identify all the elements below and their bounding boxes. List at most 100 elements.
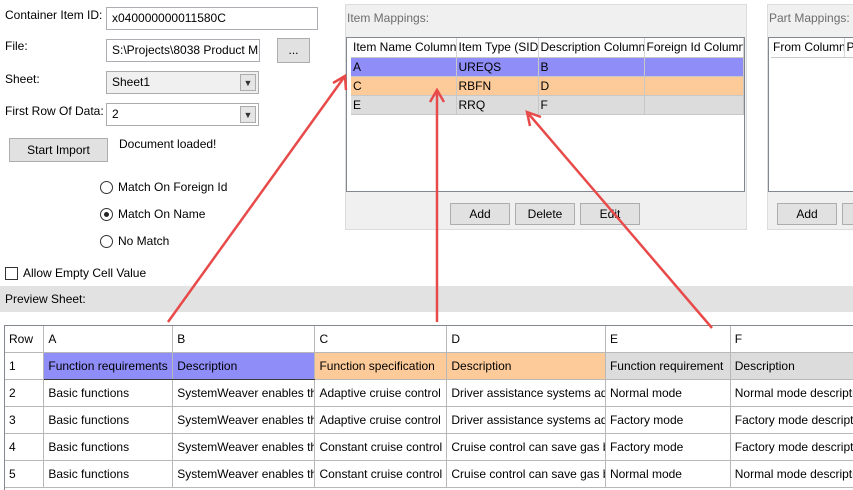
grid-cell[interactable]: D <box>538 76 645 96</box>
start-import-button[interactable]: Start Import <box>9 138 108 162</box>
radio-dot-selected <box>100 207 113 221</box>
grid-cell[interactable]: E <box>351 95 457 115</box>
grid-cell[interactable]: F <box>538 95 645 115</box>
column-header[interactable]: C <box>314 326 448 353</box>
status-text: Document loaded! <box>119 137 217 151</box>
file-path-field[interactable]: S:\Projects\8038 Product M <box>106 39 260 62</box>
container-item-id-label: Container Item ID: <box>5 8 103 22</box>
grid-cell[interactable]: Adaptive cruise control <box>314 406 448 434</box>
part-mappings-title: Part Mappings: <box>769 11 850 25</box>
checkbox-box <box>5 266 18 280</box>
column-header[interactable]: F <box>730 326 853 353</box>
grid-cell[interactable]: C <box>351 76 457 96</box>
grid-cell[interactable]: Factory mode <box>605 433 731 461</box>
grid-cell[interactable]: Driver assistance systems ad <box>446 406 606 434</box>
column-header[interactable]: D <box>446 326 606 353</box>
first-row-select-value: 2 <box>112 107 119 121</box>
table-row[interactable]: 1 Function requirements Description Func… <box>5 351 853 380</box>
grid-cell[interactable]: SystemWeaver enables th <box>172 406 316 434</box>
grid-cell[interactable] <box>644 57 744 77</box>
radio-dot <box>100 234 113 248</box>
preview-sheet-label: Preview Sheet: <box>5 292 86 306</box>
grid-cell[interactable]: B <box>538 57 645 77</box>
grid-cell[interactable]: Factory mode description <box>730 433 853 461</box>
row-number: 4 <box>5 433 45 461</box>
grid-cell[interactable]: Function specification <box>314 352 448 380</box>
column-header[interactable]: Row <box>5 326 45 353</box>
edit-item-mapping-button[interactable]: Edit <box>580 203 640 225</box>
mapping-row[interactable]: E RRQ F <box>351 95 744 115</box>
preview-grid[interactable]: Row A B C D E F 1 Function requirements … <box>4 325 853 490</box>
match-foreign-id-label: Match On Foreign Id <box>118 180 228 194</box>
grid-cell[interactable]: Normal mode description <box>730 379 853 407</box>
mapping-row[interactable]: C RBFN D <box>351 76 744 96</box>
item-mappings-grid[interactable]: Item Name Column Item Type (SID) Descrip… <box>346 37 745 192</box>
match-name-radio[interactable]: Match On Name <box>100 207 205 221</box>
first-row-select[interactable]: 2 ▼ <box>106 103 259 126</box>
grid-cell[interactable] <box>644 76 744 96</box>
table-row[interactable]: 3 Basic functions SystemWeaver enables t… <box>5 406 853 434</box>
grid-cell[interactable]: Basic functions <box>43 379 174 407</box>
allow-empty-checkbox[interactable]: Allow Empty Cell Value <box>5 266 146 280</box>
column-header[interactable]: B <box>172 326 316 353</box>
match-name-label: Match On Name <box>118 207 206 221</box>
grid-cell[interactable]: Driver assistance systems ad <box>446 379 606 407</box>
column-header[interactable]: From Column <box>771 38 845 58</box>
column-header[interactable]: Description Column <box>538 38 645 58</box>
no-match-radio[interactable]: No Match <box>100 234 169 248</box>
column-header[interactable]: Item Name Column <box>351 38 457 58</box>
add-part-mapping-button[interactable]: Add <box>777 203 837 225</box>
grid-cell[interactable]: Function requirement <box>605 352 731 380</box>
grid-cell[interactable]: Cruise control can save gas b <box>446 460 606 488</box>
grid-cell[interactable]: RBFN <box>456 76 539 96</box>
grid-cell[interactable]: Normal mode description <box>730 460 853 488</box>
column-header[interactable]: Pa <box>844 38 853 58</box>
row-number: 1 <box>5 352 45 380</box>
table-row[interactable]: 5 Basic functions SystemWeaver enables t… <box>5 460 853 488</box>
browse-button[interactable]: ... <box>277 38 310 63</box>
grid-cell[interactable]: Constant cruise control <box>314 460 448 488</box>
grid-cell[interactable]: Cruise control can save gas b <box>446 433 606 461</box>
part-mapping-button-cut[interactable] <box>842 203 853 225</box>
grid-cell[interactable]: Adaptive cruise control <box>314 379 448 407</box>
match-foreign-id-radio[interactable]: Match On Foreign Id <box>100 180 227 194</box>
column-header[interactable]: Item Type (SID) <box>456 38 539 58</box>
table-row[interactable]: 2 Basic functions SystemWeaver enables t… <box>5 379 853 407</box>
no-match-label: No Match <box>118 234 170 248</box>
grid-cell[interactable]: Description <box>172 351 316 380</box>
grid-cell[interactable]: RRQ <box>456 95 539 115</box>
grid-cell[interactable]: Description <box>446 352 606 380</box>
grid-cell[interactable]: Function requirements <box>43 351 174 380</box>
grid-cell[interactable]: Normal mode <box>605 379 731 407</box>
part-mappings-grid[interactable]: From Column Pa <box>768 37 853 192</box>
column-header[interactable]: E <box>605 326 731 353</box>
grid-cell[interactable]: Basic functions <box>43 460 174 488</box>
sheet-select-value: Sheet1 <box>112 75 151 89</box>
row-number: 2 <box>5 379 45 407</box>
grid-cell[interactable]: UREQS <box>456 57 539 77</box>
column-header[interactable]: Foreign Id Column <box>644 38 744 58</box>
row-number: 5 <box>5 460 45 488</box>
column-header[interactable]: A <box>43 326 174 353</box>
grid-cell[interactable]: A <box>351 57 457 77</box>
grid-cell[interactable]: SystemWeaver enables th <box>172 460 316 488</box>
mapping-row[interactable]: A UREQS B <box>351 57 744 77</box>
delete-item-mapping-button[interactable]: Delete <box>515 203 575 225</box>
preview-sheet-bar <box>0 286 853 312</box>
grid-cell[interactable]: Factory mode <box>605 406 731 434</box>
grid-cell[interactable]: Normal mode <box>605 460 731 488</box>
chevron-down-icon: ▼ <box>240 106 256 123</box>
table-row[interactable]: 4 Basic functions SystemWeaver enables t… <box>5 433 853 461</box>
grid-cell[interactable]: Constant cruise control <box>314 433 448 461</box>
grid-cell[interactable]: Basic functions <box>43 406 174 434</box>
grid-cell[interactable]: SystemWeaver enables th <box>172 433 316 461</box>
grid-cell[interactable]: SystemWeaver enables th <box>172 379 316 407</box>
grid-cell[interactable]: Description <box>730 352 853 380</box>
grid-cell[interactable] <box>644 95 744 115</box>
add-item-mapping-button[interactable]: Add <box>450 203 510 225</box>
grid-cell[interactable]: Basic functions <box>43 433 174 461</box>
file-label: File: <box>5 39 28 53</box>
grid-cell[interactable]: Factory mode description <box>730 406 853 434</box>
sheet-select[interactable]: Sheet1 ▼ <box>106 71 259 94</box>
container-item-id-field[interactable]: x040000000011580C <box>106 7 318 30</box>
